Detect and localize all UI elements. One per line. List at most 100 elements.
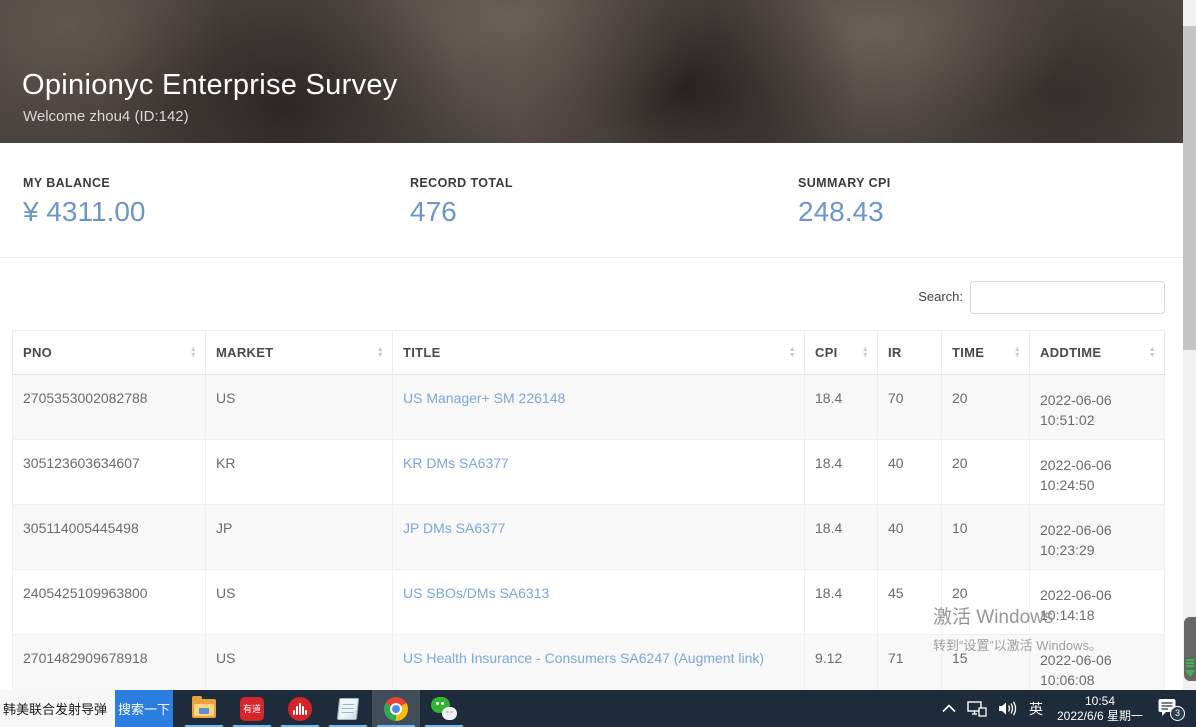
cell-ir: 40 bbox=[878, 440, 942, 505]
column-header-pno[interactable]: PNO ▲▼ bbox=[13, 331, 206, 375]
search-input[interactable] bbox=[970, 281, 1165, 314]
sort-icon: ▲▼ bbox=[190, 347, 197, 359]
cell-addtime: 2022-06-0610:51:02 bbox=[1030, 375, 1165, 440]
cell-title: JP DMs SA6377 bbox=[393, 505, 805, 570]
column-header-addtime[interactable]: ADDTIME ▲▼ bbox=[1030, 331, 1165, 375]
addtime-line: 10:51:02 bbox=[1040, 410, 1158, 430]
taskbar-news-ticker[interactable]: 韩美联合发射导弹 bbox=[0, 690, 115, 727]
table-body: 2705353002082788USUS Manager+ SM 2261481… bbox=[13, 375, 1165, 700]
column-header-cpi[interactable]: CPI ▲▼ bbox=[805, 331, 878, 375]
cell-addtime: 2022-06-0610:23:29 bbox=[1030, 505, 1165, 570]
stat-label: MY BALANCE bbox=[23, 176, 146, 190]
search-label: Search: bbox=[915, 289, 963, 304]
system-tray: 英 10:54 2022/6/6 星期一 3 bbox=[942, 690, 1196, 727]
table-row: 305114005445498JPJP DMs SA637718.4401020… bbox=[13, 505, 1165, 570]
taskbar-item-wechat[interactable] bbox=[420, 690, 468, 727]
taskbar-app-icons: 有道 bbox=[180, 690, 468, 727]
hidden-icons-chevron[interactable] bbox=[942, 704, 956, 713]
addtime-line: 2022-06-06 bbox=[1040, 390, 1158, 410]
hero-banner: Opinionyc Enterprise Survey Welcome zhou… bbox=[0, 0, 1183, 143]
notification-count-badge: 3 bbox=[1170, 706, 1185, 721]
stat-value: 248.43 bbox=[798, 196, 891, 228]
addtime-line: 2022-06-06 bbox=[1040, 650, 1158, 670]
input-language-indicator[interactable]: 英 bbox=[1029, 699, 1043, 719]
cell-market: KR bbox=[206, 440, 393, 505]
column-header-title[interactable]: TITLE▲▼ bbox=[393, 331, 805, 375]
cell-pno: 2405425109963800 bbox=[13, 570, 206, 635]
notepad-icon bbox=[337, 698, 359, 720]
cell-time: 20 bbox=[942, 570, 1030, 635]
sort-icon: ▲▼ bbox=[1149, 347, 1156, 359]
cell-market: US bbox=[206, 375, 393, 440]
addtime-line: 2022-06-06 bbox=[1040, 585, 1158, 605]
table-row: 305123603634607KRKR DMs SA637718.4402020… bbox=[13, 440, 1165, 505]
cell-cpi: 18.4 bbox=[805, 570, 878, 635]
cell-title: KR DMs SA6377 bbox=[393, 440, 805, 505]
table-header-row: PNO▲▼MARKET▲▼TITLE▲▼CPI▲▼IRTIME▲▼ADDTIME… bbox=[13, 331, 1165, 375]
taskbar-item-chrome[interactable] bbox=[372, 690, 420, 727]
cell-time: 20 bbox=[942, 375, 1030, 440]
addtime-line: 2022-06-06 bbox=[1040, 455, 1158, 475]
cell-addtime: 2022-06-0610:24:50 bbox=[1030, 440, 1165, 505]
wechat-icon bbox=[431, 697, 457, 721]
column-label: CPI bbox=[815, 345, 838, 360]
clock-date: 2022/6/6 星期一 bbox=[1054, 709, 1146, 724]
addtime-line: 10:23:29 bbox=[1040, 540, 1158, 560]
stat-summary-cpi: SUMMARY CPI 248.43 bbox=[798, 176, 891, 228]
survey-title-link[interactable]: KR DMs SA6377 bbox=[403, 455, 509, 471]
cell-ir: 70 bbox=[878, 375, 942, 440]
addtime-line: 10:14:18 bbox=[1040, 605, 1158, 625]
cell-addtime: 2022-06-0610:14:18 bbox=[1030, 570, 1165, 635]
column-label: ADDTIME bbox=[1040, 345, 1101, 360]
stat-value: ¥ 4311.00 bbox=[23, 196, 146, 228]
sort-icon: ▲▼ bbox=[789, 347, 796, 359]
cell-market: US bbox=[206, 570, 393, 635]
sort-icon: ▲▼ bbox=[377, 347, 384, 359]
survey-title-link[interactable]: US Manager+ SM 226148 bbox=[403, 390, 565, 406]
scrollbar-thumb[interactable] bbox=[1183, 26, 1196, 350]
column-label: TIME bbox=[952, 345, 984, 360]
stat-record-total: RECORD TOTAL 476 bbox=[410, 176, 513, 228]
survey-title-link[interactable]: US SBOs/DMs SA6313 bbox=[403, 585, 549, 601]
notification-center-button[interactable]: 3 bbox=[1157, 697, 1183, 721]
stat-value: 476 bbox=[410, 196, 513, 228]
cell-title: US SBOs/DMs SA6313 bbox=[393, 570, 805, 635]
speaker-icon[interactable] bbox=[998, 701, 1018, 716]
sort-icon: ▲▼ bbox=[862, 347, 869, 359]
cell-ir: 40 bbox=[878, 505, 942, 570]
cell-pno: 305123603634607 bbox=[13, 440, 206, 505]
stats-band: MY BALANCE ¥ 4311.00 RECORD TOTAL 476 SU… bbox=[0, 143, 1183, 258]
download-arrow-icon bbox=[1186, 658, 1194, 667]
column-header-time[interactable]: TIME▲▼ bbox=[942, 331, 1030, 375]
taskbar-item-file-explorer[interactable] bbox=[180, 690, 228, 727]
file-explorer-icon bbox=[192, 699, 216, 718]
taskbar-item-youdao[interactable]: 有道 bbox=[228, 690, 276, 727]
screen: Opinionyc Enterprise Survey Welcome zhou… bbox=[0, 0, 1196, 727]
taskbar-item-netease-music[interactable] bbox=[276, 690, 324, 727]
survey-title-link[interactable]: US Health Insurance - Consumers SA6247 (… bbox=[403, 650, 764, 666]
addtime-line: 2022-06-06 bbox=[1040, 520, 1158, 540]
clock-time: 10:54 bbox=[1054, 694, 1146, 709]
column-header-ir[interactable]: IR bbox=[878, 331, 942, 375]
cell-cpi: 18.4 bbox=[805, 505, 878, 570]
cell-market: JP bbox=[206, 505, 393, 570]
column-label: PNO bbox=[23, 345, 52, 360]
column-header-market[interactable]: MARKET ▲▼ bbox=[206, 331, 393, 375]
stat-label: SUMMARY CPI bbox=[798, 176, 891, 190]
network-icon[interactable] bbox=[967, 701, 987, 717]
taskbar-search-button[interactable]: 搜索一下 bbox=[115, 690, 173, 727]
scrollbar-track[interactable] bbox=[1183, 0, 1196, 690]
survey-title-link[interactable]: JP DMs SA6377 bbox=[403, 520, 505, 536]
welcome-text: Welcome zhou4 (ID:142) bbox=[23, 108, 189, 125]
column-label: IR bbox=[888, 345, 902, 360]
cell-title: US Manager+ SM 226148 bbox=[393, 375, 805, 440]
cell-ir: 45 bbox=[878, 570, 942, 635]
scroll-down-widget[interactable] bbox=[1184, 617, 1196, 681]
addtime-line: 10:06:08 bbox=[1040, 670, 1158, 690]
cell-pno: 305114005445498 bbox=[13, 505, 206, 570]
cell-time: 10 bbox=[942, 505, 1030, 570]
column-label: MARKET bbox=[216, 345, 273, 360]
taskbar-clock[interactable]: 10:54 2022/6/6 星期一 bbox=[1054, 694, 1146, 724]
survey-table: PNO▲▼MARKET▲▼TITLE▲▼CPI▲▼IRTIME▲▼ADDTIME… bbox=[12, 330, 1165, 700]
taskbar-item-notepad[interactable] bbox=[324, 690, 372, 727]
